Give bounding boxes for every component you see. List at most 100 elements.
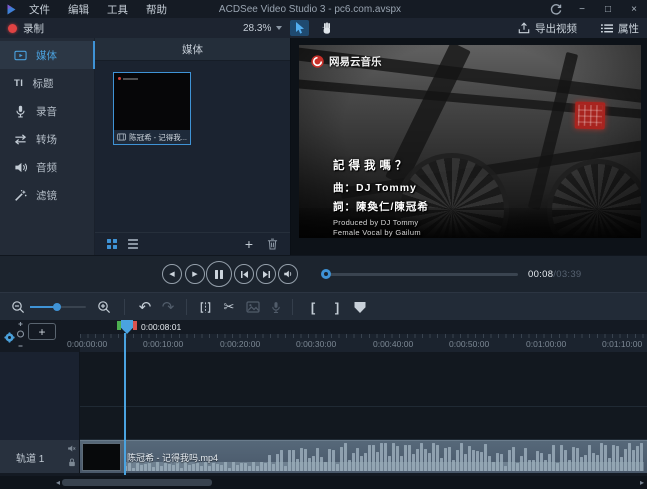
scroll-left-arrow-icon[interactable]: ◂: [56, 477, 60, 488]
media-icon: [14, 50, 27, 60]
jump-to-end-button[interactable]: [256, 264, 276, 284]
zoom-out-button[interactable]: [10, 293, 26, 321]
zoom-in-button[interactable]: [96, 293, 112, 321]
sidebar-item-label: 转场: [36, 133, 57, 146]
ruler-tick-label: 0:00:40:00: [373, 339, 414, 349]
voiceover-icon: [272, 301, 280, 313]
lyric-line: 詞：陳奐仁/陳冠希: [333, 201, 429, 213]
add-media-button[interactable]: +: [245, 237, 253, 251]
playhead-trim-out-handle[interactable]: [133, 321, 137, 330]
timeline-zoom-handle[interactable]: [53, 303, 61, 311]
zoom-out-icon: [12, 301, 25, 314]
track-height-zoom-control[interactable]: [16, 321, 25, 350]
scrollbar-thumb[interactable]: [62, 479, 212, 486]
record-button[interactable]: 录制: [8, 18, 44, 38]
microphone-icon: [16, 105, 25, 117]
media-item-label: 陈冠希 - 记得我...: [114, 130, 190, 144]
timeline: + 0:00:00:00 0:00:10:00 0:00:20:00 0:00:…: [0, 320, 647, 489]
sync-icon[interactable]: [549, 2, 563, 16]
add-track-button[interactable]: +: [28, 323, 56, 340]
sidebar-item-label: 滤镜: [36, 189, 57, 202]
mark-out-button[interactable]: ]: [330, 293, 344, 321]
media-item[interactable]: 陈冠希 - 记得我...: [113, 72, 191, 145]
ruler-tick-label: 0:00:20:00: [220, 339, 261, 349]
transitions-icon: [14, 133, 27, 145]
lyric-line: Produced by DJ Tommy: [333, 218, 419, 227]
sidebar-item-label: 标题: [32, 77, 54, 90]
select-tool-button[interactable]: [290, 20, 310, 36]
menu-edit[interactable]: 编辑: [68, 2, 89, 17]
timeline-track-row[interactable]: [80, 407, 647, 440]
ruler-tick-label: 0:00:50:00: [449, 339, 490, 349]
playhead-marker[interactable]: [121, 320, 133, 334]
sidebar-item-titles[interactable]: TI 标题: [0, 69, 94, 97]
pan-tool-button[interactable]: [317, 20, 336, 36]
sidebar-item-transitions[interactable]: 转场: [0, 125, 94, 153]
seek-slider-handle[interactable]: [321, 269, 331, 279]
seek-slider[interactable]: [322, 273, 518, 276]
playhead-trim-in-handle[interactable]: [117, 321, 121, 330]
lyric-line: 曲：DJ Tommy: [333, 182, 417, 194]
grid-view-button[interactable]: [107, 239, 117, 249]
delete-media-button[interactable]: [267, 238, 278, 250]
list-view-button[interactable]: [127, 239, 138, 249]
menu-tools[interactable]: 工具: [107, 2, 128, 17]
mark-in-button[interactable]: [: [306, 293, 320, 321]
timeline-horizontal-scrollbar[interactable]: ◂ ▸: [0, 476, 647, 489]
volume-button[interactable]: [278, 264, 298, 284]
sidebar-item-record-audio[interactable]: 录音: [0, 97, 94, 125]
timeline-track-row[interactable]: [80, 352, 647, 407]
main-toolbar: 录制 28.3% 导出视频 属性: [0, 18, 647, 39]
timeline-toolbar: ↶ ↷ ✂ [ ]: [0, 292, 647, 320]
minimize-button[interactable]: −: [575, 2, 589, 16]
jump-end-icon: [262, 270, 270, 278]
timeline-clip[interactable]: 陈冠希 - 记得我吗.mp4: [80, 440, 647, 473]
voiceover-button[interactable]: [267, 293, 285, 321]
step-forward-button[interactable]: ▶: [185, 264, 205, 284]
step-backward-button[interactable]: ◀: [162, 264, 182, 284]
marker-icon: [354, 301, 366, 313]
record-icon: [8, 23, 17, 33]
close-button[interactable]: ×: [627, 2, 641, 16]
track-mute-icon[interactable]: [67, 444, 76, 453]
add-marker-button[interactable]: [351, 293, 369, 321]
zoom-in-icon: [98, 301, 111, 314]
zoom-level-select[interactable]: 28.3%: [243, 23, 283, 34]
track-1-header[interactable]: 轨道 1: [0, 440, 80, 473]
split-clip-button[interactable]: [196, 293, 214, 321]
redo-button[interactable]: ↷: [159, 293, 177, 321]
netease-watermark: 网易云音乐: [311, 54, 382, 69]
sidebar-item-filters[interactable]: 滤镜: [0, 181, 94, 209]
timecode-display: 00:08/03:39: [528, 269, 582, 280]
video-preview[interactable]: 网易云音乐 記得我嗎？ 曲：DJ Tommy 詞：陳奐仁/陳冠希 Produce…: [299, 45, 641, 238]
cut-button[interactable]: ✂: [220, 293, 238, 321]
clip-label: 陈冠希 - 记得我吗.mp4: [127, 453, 219, 463]
sidebar-item-label: 音频: [36, 161, 57, 174]
sidebar-item-audio[interactable]: 音频: [0, 153, 94, 181]
menu-file[interactable]: 文件: [29, 2, 50, 17]
maximize-button[interactable]: □: [601, 2, 615, 16]
scroll-right-arrow-icon[interactable]: ▸: [640, 477, 644, 488]
record-label: 录制: [23, 22, 44, 35]
ruler-tick-label: 0:01:00:00: [526, 339, 567, 349]
jump-to-start-button[interactable]: [234, 264, 254, 284]
track-lock-icon[interactable]: [68, 458, 76, 467]
lyric-line: 記得我嗎？: [333, 160, 411, 172]
ruler-tick-label: 0:01:10:00: [602, 339, 643, 349]
undo-button[interactable]: ↶: [136, 293, 154, 321]
cursor-icon: [295, 22, 304, 34]
playhead-line[interactable]: [124, 333, 126, 475]
timeline-settings-gear-icon[interactable]: [4, 332, 15, 343]
ruler-tick-label: 0:00:10:00: [143, 339, 184, 349]
track-1-label: 轨道 1: [16, 454, 45, 465]
lyrics-overlay: 記得我嗎？ 曲：DJ Tommy 詞：陳奐仁/陳冠希 Produced by D…: [333, 157, 429, 238]
main-area: 媒体 TI 标题 录音 转场 音频 滤镜 媒体 陈冠希 - 记得我... + 网…: [0, 38, 647, 255]
sidebar-item-media[interactable]: 媒体: [0, 41, 95, 69]
properties-button[interactable]: 属性: [601, 21, 639, 36]
menu-bar: 文件 编辑 工具 帮助: [29, 2, 167, 17]
pause-button[interactable]: [206, 261, 232, 287]
snapshot-button[interactable]: [244, 293, 262, 321]
clip-thumbnail: [82, 443, 121, 471]
export-video-button[interactable]: 导出视频: [518, 21, 577, 36]
timeline-ruler[interactable]: 0:00:00:00 0:00:10:00 0:00:20:00 0:00:30…: [67, 334, 647, 353]
